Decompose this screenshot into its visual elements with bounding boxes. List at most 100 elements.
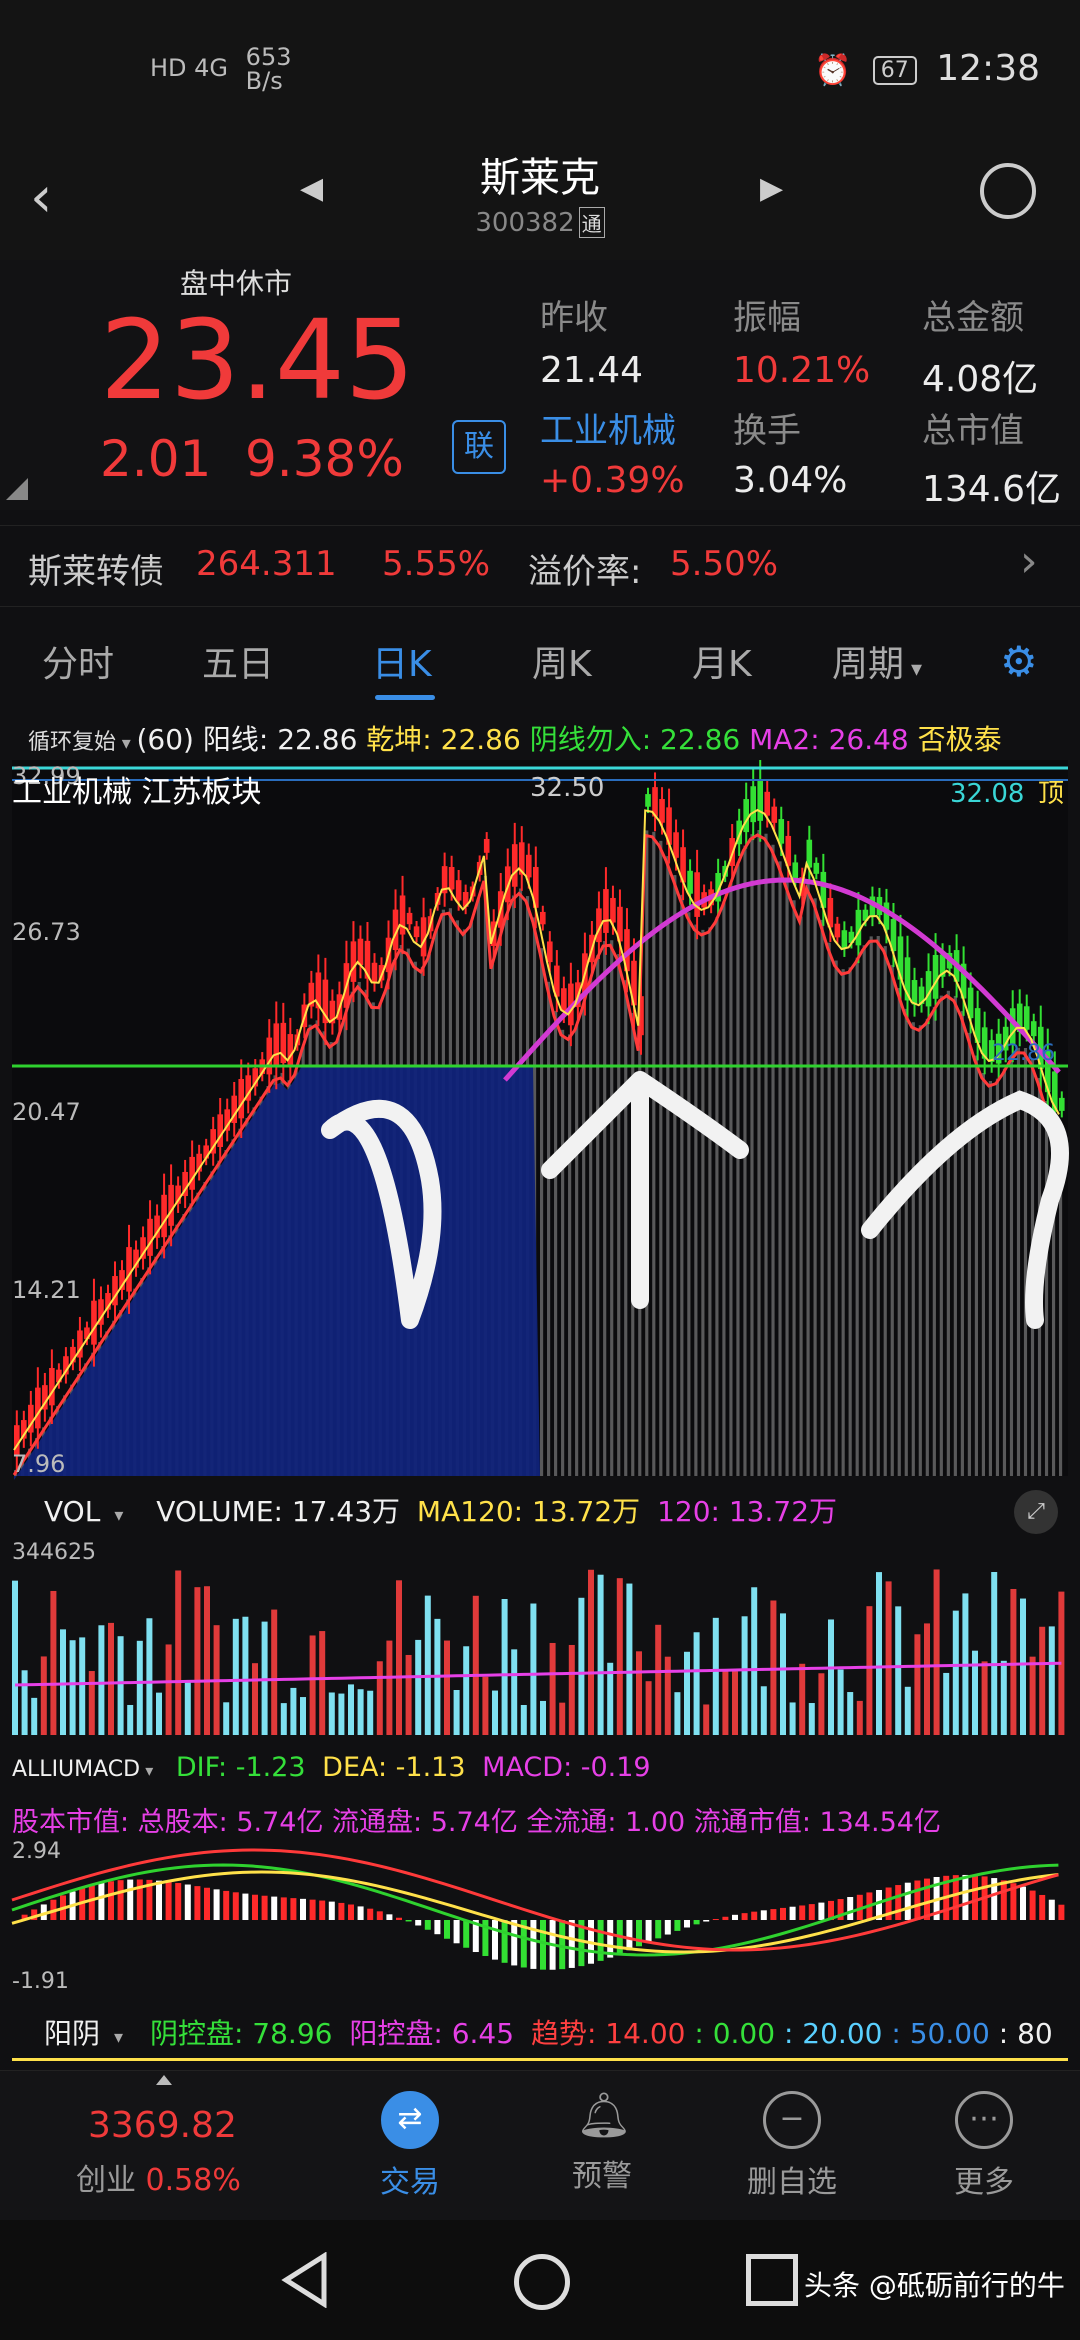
next-stock-icon[interactable]: ▶ — [760, 171, 783, 206]
volume-bar — [895, 1606, 902, 1735]
sector-link[interactable]: 工业机械 — [540, 403, 676, 452]
volume-bars — [12, 1569, 1065, 1735]
volume-bar — [751, 1587, 758, 1735]
expand-icon[interactable]: ⤢ — [1014, 1490, 1058, 1534]
stripe — [715, 917, 719, 1476]
kline-chart[interactable]: 32.99 工业机械 江苏板块 32.50 32.08 顶 22.86 26.7… — [0, 760, 1080, 1480]
field-label: 昨收 — [540, 298, 608, 338]
macd-bar — [223, 1890, 230, 1920]
tab-zhouk[interactable]: 周K — [532, 635, 592, 687]
macd-bar — [674, 1920, 681, 1931]
stripe — [757, 830, 761, 1476]
y-tick: 14.21 — [12, 1276, 81, 1304]
macd-bar — [1048, 1899, 1055, 1920]
volume-bar — [204, 1586, 210, 1735]
macd-selector[interactable]: ALLIUMACD — [12, 1757, 140, 1782]
volume-bar — [357, 1689, 364, 1735]
stripe — [575, 1024, 579, 1476]
macd-bar — [693, 1920, 700, 1925]
macd-chart: 2.94 -1.91 — [11, 1840, 1065, 1990]
volume-bar — [952, 1610, 959, 1735]
tab-yuek[interactable]: 月K — [692, 635, 752, 687]
macd-bar — [232, 1892, 239, 1920]
volume-bar — [655, 1624, 662, 1735]
macd-bar — [540, 1920, 546, 1970]
volume-bar — [501, 1599, 508, 1735]
volume-bar — [588, 1569, 594, 1735]
y-tick: 7.96 — [12, 1450, 65, 1478]
macd-bar — [463, 1920, 470, 1948]
macd-bar — [511, 1920, 518, 1966]
nav-more[interactable]: ⋯ 更多 — [904, 2091, 1064, 2201]
tab-wuri[interactable]: 五日 — [202, 635, 274, 687]
volume-bar — [520, 1704, 527, 1735]
price-change: 2.01 — [100, 430, 212, 488]
stripe — [743, 845, 747, 1476]
stripe — [827, 942, 831, 1476]
macd-bar — [156, 1880, 162, 1920]
recents-square-icon[interactable] — [746, 2254, 798, 2306]
premium-value: 5.50% — [670, 544, 779, 584]
volume-bar — [866, 1606, 873, 1735]
stripe — [547, 981, 551, 1476]
back-triangle-icon[interactable] — [280, 2252, 330, 2308]
volume-bar — [1010, 1588, 1017, 1735]
right-label: 32.08 — [950, 779, 1024, 809]
yinyang-selector[interactable]: 阳阴 — [44, 2017, 100, 2050]
tab-fenshi[interactable]: 分时 — [42, 635, 114, 687]
stripe — [771, 844, 775, 1476]
stripe — [939, 995, 943, 1476]
stripe — [1002, 1068, 1007, 1476]
macd-bar — [597, 1920, 604, 1961]
caret-up-icon — [156, 2075, 172, 2085]
stripe — [897, 988, 901, 1476]
stripe — [813, 898, 817, 1476]
bond-price: 264.311 — [196, 544, 337, 584]
field-label: 换手 — [733, 411, 801, 451]
macd-bar — [453, 1920, 460, 1944]
volume-bar — [904, 1686, 911, 1735]
formula-selector[interactable]: 循环复始 — [28, 730, 116, 755]
convertible-bond-row[interactable]: 斯莱转债 264.311 5.55% 溢价率: 5.50% › — [0, 525, 1080, 607]
volume-legend: VOL ▾ VOLUME: 17.43万 MA120: 13.72万 120: 1… — [44, 1495, 838, 1528]
nav-remove-watch[interactable]: − 删自选 — [712, 2091, 872, 2201]
volume-bar — [175, 1570, 182, 1735]
volume-bar — [463, 1646, 470, 1735]
macd-bar — [626, 1920, 633, 1951]
gear-icon[interactable]: ⚙ — [1000, 637, 1038, 686]
volume-bar — [338, 1693, 345, 1735]
vol-selector[interactable]: VOL — [44, 1495, 100, 1528]
volume-bar — [146, 1618, 153, 1735]
volume-bar — [252, 1663, 258, 1735]
stripe — [932, 1006, 936, 1476]
volume-bar — [60, 1629, 66, 1735]
macd-bar — [904, 1882, 911, 1920]
nav-trade[interactable]: ⇄ 交易 — [330, 2091, 490, 2201]
nav-alert[interactable]: 🔔︎ 预警 — [522, 2091, 682, 2195]
sector-label: 工业机械 江苏板块 — [12, 775, 262, 810]
volume-bar — [69, 1640, 76, 1735]
field-value: +0.39% — [540, 460, 685, 501]
volume-bar — [540, 1700, 546, 1735]
macd-bar — [165, 1881, 172, 1920]
volume-bar — [21, 1670, 28, 1735]
macd-bar — [972, 1875, 978, 1920]
lian-badge[interactable]: 联 — [452, 420, 506, 474]
macd-bar — [396, 1917, 402, 1920]
volume-bar — [760, 1686, 767, 1735]
stripe — [792, 900, 796, 1476]
home-circle-icon[interactable] — [514, 2254, 570, 2310]
low-right-label: 22.86 — [992, 1041, 1055, 1066]
tab-zhouqi[interactable]: 周期 ▾ — [832, 635, 922, 687]
index-value[interactable]: 3369.82 — [88, 2105, 237, 2146]
stripe — [848, 967, 852, 1476]
stripe — [666, 856, 670, 1476]
stripe — [925, 1018, 929, 1476]
search-icon[interactable] — [980, 163, 1036, 219]
yinyang-legend: 阳阴 ▾ 阴控盘: 78.96 阳控盘: 6.45 趋势: 14.00 : 0.0… — [44, 2017, 1053, 2050]
macd-bar — [98, 1882, 105, 1920]
macd-bar — [290, 1898, 297, 1920]
volume-bar — [271, 1609, 278, 1735]
stripe — [540, 948, 544, 1476]
tab-rik[interactable]: 日K — [372, 635, 432, 687]
